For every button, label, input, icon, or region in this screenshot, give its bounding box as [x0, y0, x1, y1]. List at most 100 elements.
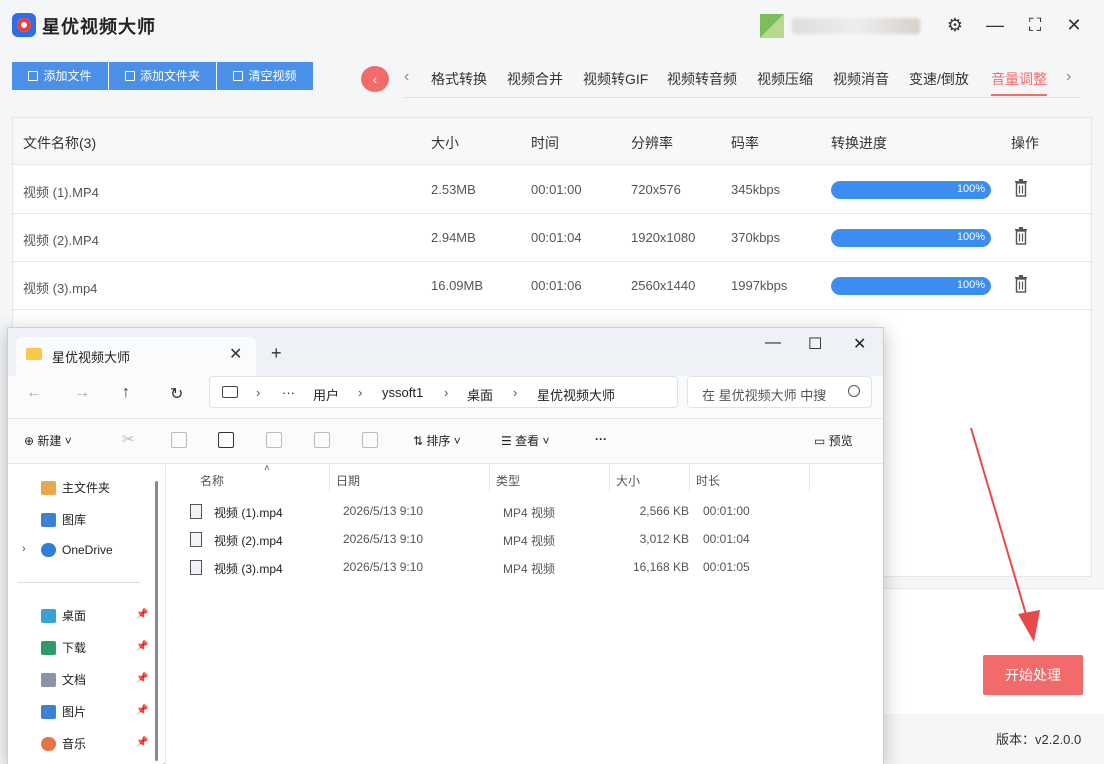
- pin-icon[interactable]: 📌: [136, 673, 148, 684]
- file-row[interactable]: 视频 (2).mp4 2026/5/13 9:10 MP4 视频 3,012 KB 00…: [186, 526, 876, 554]
- sidebar-item-onedrive[interactable]: OneDrive: [41, 543, 113, 557]
- address-bar[interactable]: › ··· 用户 › yssoft1 › 桌面 › 星优视频大师: [209, 376, 678, 408]
- more-crumbs-icon[interactable]: ···: [282, 385, 295, 400]
- breadcrumb-folder[interactable]: 星优视频大师: [537, 385, 615, 404]
- maximize-icon[interactable]: ⛶: [1024, 14, 1046, 36]
- column-header-duration[interactable]: 时长: [696, 472, 720, 489]
- tab-close-icon[interactable]: ✕: [229, 344, 242, 364]
- table-row[interactable]: 视频 (1).MP4 2.53MB 00:01:00 720x576 345kbps 10…: [13, 166, 1091, 214]
- new-button[interactable]: ⊕ 新建 ˅: [24, 432, 72, 449]
- tab-speed-reverse[interactable]: 变速/倒放: [909, 69, 969, 89]
- username-blurred[interactable]: [792, 18, 920, 34]
- sidebar-item-home[interactable]: 主文件夹: [41, 479, 110, 496]
- preview-label: 预览: [828, 434, 853, 448]
- explorer-maximize-icon[interactable]: ☐: [808, 334, 822, 354]
- breadcrumb-desktop[interactable]: 桌面: [467, 385, 493, 404]
- start-processing-button[interactable]: 开始处理: [983, 655, 1083, 695]
- sidebar-item-gallery[interactable]: 图库: [41, 511, 86, 528]
- delete-row-icon[interactable]: [1014, 227, 1028, 245]
- search-icon[interactable]: [848, 385, 860, 397]
- cell-time: 00:01:04: [531, 230, 582, 245]
- explorer-minimize-icon[interactable]: —: [765, 334, 781, 352]
- column-separator[interactable]: [609, 465, 610, 491]
- column-separator[interactable]: [689, 465, 690, 491]
- cell-size: 16.09MB: [431, 278, 484, 293]
- sort-label: 排序: [426, 434, 451, 448]
- file-row[interactable]: 视频 (3).mp4 2026/5/13 9:10 MP4 视频 16,168 KB 0…: [186, 554, 876, 582]
- back-arrow-icon[interactable]: ←: [26, 384, 42, 402]
- delete-icon[interactable]: [362, 432, 378, 448]
- tab-video-mute[interactable]: 视频消音: [833, 69, 889, 89]
- cell-bitrate: 345kbps: [731, 182, 781, 197]
- column-separator[interactable]: [329, 465, 330, 491]
- settings-icon[interactable]: ⚙: [944, 14, 966, 36]
- column-separator[interactable]: [489, 465, 490, 491]
- sidebar-scrollbar[interactable]: [155, 481, 158, 761]
- explorer-close-icon[interactable]: ✕: [853, 334, 866, 354]
- explorer-tab[interactable]: 星优视频大师 ✕: [16, 337, 256, 376]
- active-tab-indicator: [991, 94, 1047, 96]
- clear-videos-button[interactable]: 清空视频: [217, 62, 313, 90]
- sidebar-item-downloads[interactable]: 下载: [41, 639, 86, 656]
- search-input[interactable]: 在 星优视频大师 中搜索: [687, 376, 872, 408]
- tabs-prev-icon[interactable]: ‹: [404, 68, 409, 86]
- preview-button[interactable]: ▭ 预览: [814, 432, 853, 449]
- close-icon[interactable]: ✕: [1063, 14, 1085, 36]
- sidebar-item-music[interactable]: 音乐: [41, 735, 86, 752]
- app-logo-icon: [12, 13, 36, 37]
- pin-icon[interactable]: 📌: [136, 737, 148, 748]
- table-row[interactable]: 视频 (3).mp4 16.09MB 00:01:06 2560x1440 1997kb…: [13, 262, 1091, 310]
- minimize-icon[interactable]: —: [984, 14, 1006, 36]
- up-arrow-icon[interactable]: ↑: [122, 384, 130, 402]
- tab-format-convert[interactable]: 格式转换: [431, 69, 487, 89]
- cut-icon[interactable]: ✂: [122, 430, 135, 448]
- pin-icon[interactable]: 📌: [136, 641, 148, 652]
- video-file-icon: [190, 532, 202, 547]
- sidebar-item-label: 主文件夹: [62, 481, 111, 495]
- refresh-icon[interactable]: ↻: [170, 384, 183, 404]
- column-header-size[interactable]: 大小: [616, 472, 640, 489]
- new-tab-icon[interactable]: +: [271, 343, 282, 364]
- sidebar-item-documents[interactable]: 文档: [41, 671, 86, 688]
- delete-row-icon[interactable]: [1014, 275, 1028, 293]
- tab-volume-adjust[interactable]: 音量调整: [991, 69, 1047, 89]
- back-button[interactable]: ‹: [361, 66, 389, 92]
- expand-chevron-icon[interactable]: ›: [22, 543, 26, 555]
- column-header-name[interactable]: 名称: [200, 472, 224, 489]
- tabs-next-icon[interactable]: ›: [1066, 68, 1071, 86]
- pin-icon[interactable]: 📌: [136, 705, 148, 716]
- tab-video-to-audio[interactable]: 视频转音频: [667, 69, 737, 89]
- table-row[interactable]: 视频 (2).MP4 2.94MB 00:01:04 1920x1080 370kbps…: [13, 214, 1091, 262]
- share-icon[interactable]: [314, 432, 330, 448]
- view-button[interactable]: ☰ 查看 ˅: [501, 432, 549, 449]
- tab-video-compress[interactable]: 视频压缩: [757, 69, 813, 89]
- tab-video-merge[interactable]: 视频合并: [507, 69, 563, 89]
- cell-resolution: 2560x1440: [631, 278, 696, 293]
- breadcrumb-yssoft1[interactable]: yssoft1: [382, 385, 423, 400]
- rename-icon[interactable]: [266, 432, 282, 448]
- sidebar-item-desktop[interactable]: 桌面: [41, 607, 86, 624]
- tab-video-to-gif[interactable]: 视频转GIF: [583, 69, 648, 89]
- add-folder-button[interactable]: 添加文件夹: [109, 62, 216, 90]
- column-separator[interactable]: [809, 465, 810, 491]
- avatar[interactable]: [760, 14, 784, 38]
- file-type: MP4 视频: [503, 534, 556, 548]
- copy-icon[interactable]: [171, 432, 187, 448]
- delete-row-icon[interactable]: [1014, 179, 1028, 197]
- view-label: 查看: [515, 434, 540, 448]
- pin-icon[interactable]: 📌: [136, 609, 148, 620]
- file-type: MP4 视频: [503, 506, 556, 520]
- more-options-button[interactable]: ···: [595, 432, 607, 446]
- paste-icon[interactable]: [218, 432, 234, 448]
- column-header-date[interactable]: 日期: [336, 472, 360, 489]
- search-placeholder: 在 星优视频大师 中搜索: [702, 388, 827, 403]
- add-file-button[interactable]: 添加文件: [12, 62, 108, 90]
- cell-bitrate: 1997kbps: [731, 278, 788, 293]
- sort-button[interactable]: ⇅ 排序 ˅: [413, 432, 461, 449]
- breadcrumb-users[interactable]: 用户: [313, 385, 339, 404]
- file-row[interactable]: 视频 (1).mp4 2026/5/13 9:10 MP4 视频 2,566 KB 00…: [186, 498, 876, 526]
- sidebar-item-pictures[interactable]: 图片: [41, 703, 86, 720]
- column-header-type[interactable]: 类型: [496, 472, 520, 489]
- file-duration: 00:01:04: [703, 532, 750, 546]
- forward-arrow-icon[interactable]: →: [74, 384, 90, 402]
